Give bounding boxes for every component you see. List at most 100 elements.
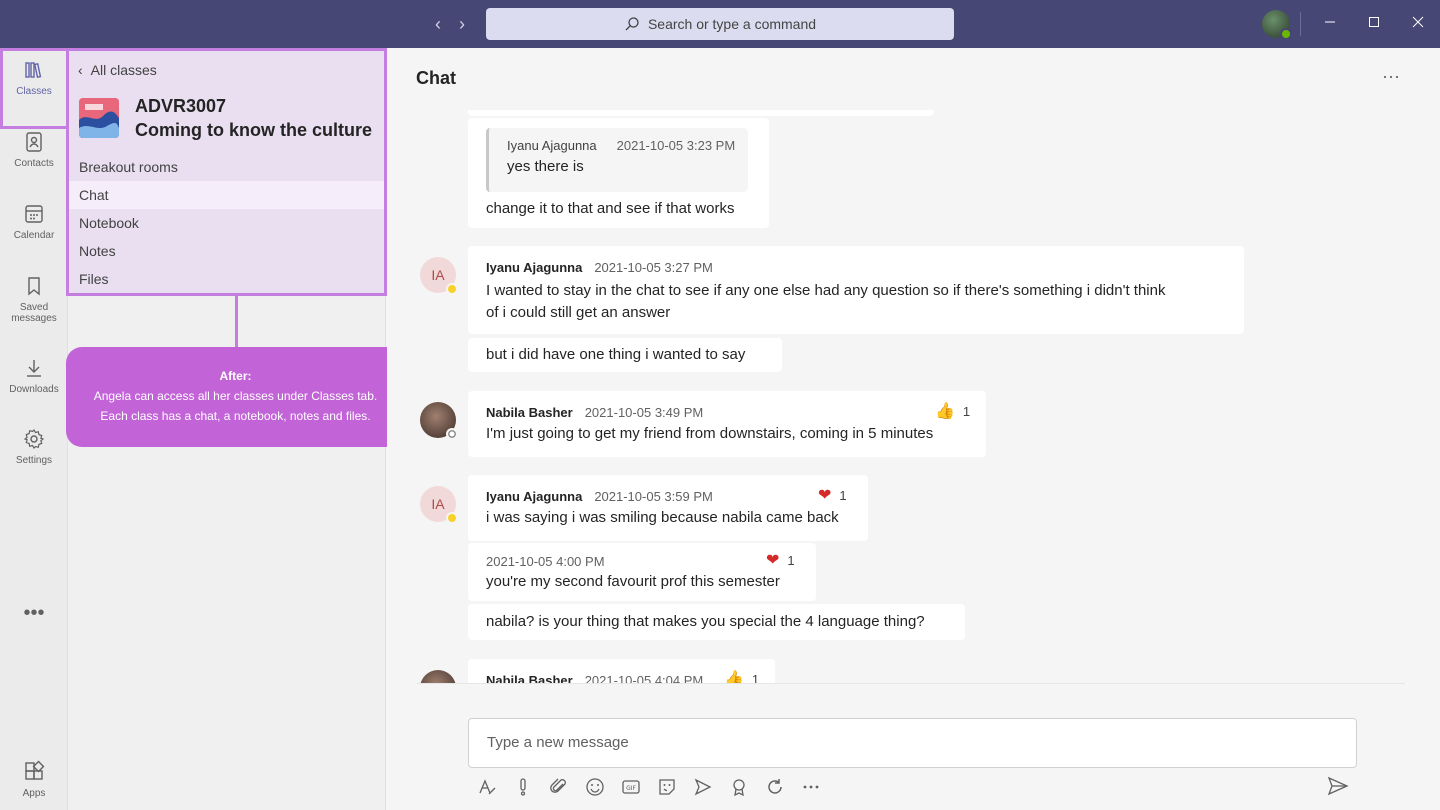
gif-icon[interactable]: GIF [619,775,643,799]
rail-label: Calendar [13,230,55,241]
search-placeholder: Search or type a command [647,16,817,32]
app-rail: Classes Contacts Calendar Saved messages… [0,48,68,810]
send-icon[interactable] [1327,775,1351,799]
all-classes-label: All classes [90,62,157,78]
reaction-heart[interactable]: ❤ 1 [818,485,847,505]
all-classes-link[interactable]: ‹ All classes [78,62,157,78]
message-author: Iyanu Ajagunna [486,489,583,504]
emoji-icon[interactable] [583,775,607,799]
search-input[interactable]: Search or type a command [486,8,954,40]
close-icon[interactable] [1406,12,1430,36]
praise-icon[interactable] [727,775,751,799]
message-bubble: Iyanu Ajagunna 2021-10-05 3:27 PM I wante… [468,246,1244,334]
bookmark-icon [28,277,40,296]
avatar[interactable] [420,670,456,684]
message-bubble: nabila? is your thing that makes you spe… [468,604,965,640]
more-apps-icon[interactable]: ••• [0,602,68,625]
message-time: 2021-10-05 3:59 PM [594,489,713,504]
chat-header: Chat ··· [387,48,1440,110]
attach-icon[interactable] [547,775,571,799]
message-text: i was saying i was smiling because nabil… [486,509,839,526]
compose-placeholder: Type a new message [487,734,629,751]
message-list[interactable]: Iyanu Ajagunna 2021-10-05 3:23 PM yes the… [387,110,1440,684]
nav-item-breakout-rooms[interactable]: Breakout rooms [68,153,384,181]
gear-icon [23,429,45,449]
calendar-icon [25,205,43,223]
search-icon [625,17,639,31]
rail-label: Classes [16,86,52,97]
forward-arrow-icon[interactable]: › [452,14,472,34]
quoted-reply: Iyanu Ajagunna 2021-10-05 3:23 PM yes the… [486,128,748,192]
callout-line: Angela can access all her classes under … [93,389,378,403]
offline-status-icon [446,428,458,440]
more-options-icon[interactable]: ··· [1382,66,1400,87]
message-bubble: but i did have one thing i wanted to say [468,338,782,372]
message-author: Iyanu Ajagunna [486,260,583,275]
rail-item-contacts[interactable]: Contacts [0,120,68,192]
class-thumbnail [79,98,119,138]
message-bubble: 2021-10-05 4:00 PM ❤ 1 you're my second f… [468,543,816,601]
nav-item-chat[interactable]: Chat [68,181,384,209]
rail-label: Downloads [9,384,59,395]
rail-item-calendar[interactable]: Calendar [0,192,68,264]
avatar-initials: IA [431,267,445,283]
message-bubble: Iyanu Ajagunna 2021-10-05 3:23 PM yes the… [468,118,769,228]
more-actions-icon[interactable] [799,775,823,799]
avatar[interactable]: IA [420,257,458,295]
class-code: ADVR3007 [135,96,227,116]
user-avatar[interactable] [1262,10,1292,40]
minimize-icon[interactable] [1318,12,1342,36]
back-arrow-icon[interactable]: ‹ [428,14,448,34]
message-text: change it to that and see if that works [486,200,735,217]
classes-icon [25,62,42,78]
message-time: 2021-10-05 4:00 PM [486,554,605,569]
important-icon[interactable] [511,775,535,799]
quote-time: 2021-10-05 3:23 PM [616,138,736,153]
rail-item-downloads[interactable]: Downloads [0,346,68,418]
heart-icon: ❤ [818,487,832,504]
avatar[interactable] [420,402,458,440]
avatar[interactable]: IA [420,486,458,524]
title-bar: ‹ › Search or type a command [0,0,1440,48]
nav-item-files[interactable]: Files [68,265,384,293]
reaction-like[interactable]: 👍 1 [935,401,970,421]
maximize-icon[interactable] [1362,12,1386,36]
nav-item-notebook[interactable]: Notebook [68,209,384,237]
rail-item-saved-messages[interactable]: Saved messages [0,264,68,336]
sticker-icon[interactable] [655,775,679,799]
chevron-left-icon: ‹ [78,62,83,78]
message-time: 2021-10-05 3:49 PM [584,405,704,420]
format-icon[interactable] [475,775,499,799]
message-text: I'm just going to get my friend from dow… [486,425,934,442]
heart-icon: ❤ [766,552,780,569]
compose-input[interactable]: Type a new message [468,718,1357,768]
away-status-icon [446,283,458,295]
message-bubble: Nabila Basher 2021-10-05 4:04 PM 👍 1 [468,659,775,684]
reaction-heart[interactable]: ❤ 1 [766,550,795,570]
message-bubble: Nabila Basher 2021-10-05 3:49 PM 👍 1 I'm j… [468,391,986,457]
divider [417,683,1405,684]
message-text: nabila? is your thing that makes you spe… [486,613,925,630]
titlebar-divider [1300,12,1301,36]
message-line: I wanted to stay in the chat to see if a… [486,282,1166,299]
available-status-icon [1280,28,1292,40]
quote-author: Iyanu Ajagunna [507,138,597,153]
message-text: you're my second favourit prof this seme… [486,573,780,590]
reaction-count: 1 [962,403,971,419]
meet-now-icon[interactable] [691,775,715,799]
reaction-like[interactable]: 👍 1 [724,669,759,684]
contacts-icon [26,132,42,152]
thumbs-up-icon: 👍 [935,403,955,420]
chat-pane: Chat ··· Iyanu Ajagunna 2021-10-05 3:23 P… [387,48,1440,810]
rail-item-settings[interactable]: Settings [0,417,68,489]
download-icon [27,360,41,377]
nav-item-notes[interactable]: Notes [68,237,384,265]
quote-text: yes there is [507,158,584,175]
class-name: Coming to know the culture [135,120,372,140]
rail-item-apps[interactable]: Apps [0,752,68,810]
page-title: Chat [416,68,456,88]
class-panel-header: ‹ All classes ADVR3007 Coming to know th… [68,48,386,296]
thumbs-up-icon: 👍 [724,671,744,684]
loop-icon[interactable] [763,775,787,799]
rail-item-classes[interactable]: Classes [0,48,68,120]
